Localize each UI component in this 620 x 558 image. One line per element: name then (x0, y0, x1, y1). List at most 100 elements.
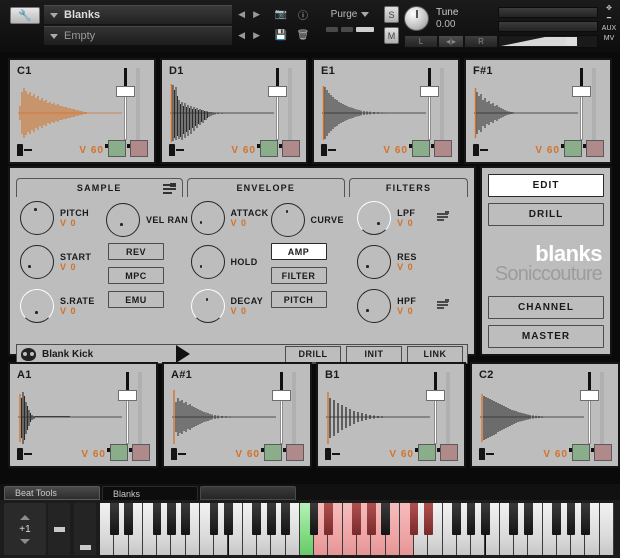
black-key[interactable] (524, 503, 533, 535)
black-key[interactable] (581, 503, 590, 535)
mic-icon[interactable] (17, 144, 32, 156)
lpf-knob[interactable] (357, 201, 391, 235)
pitch-knob[interactable] (20, 201, 54, 235)
decay-knob[interactable] (191, 289, 225, 323)
srate-control[interactable]: S.RATE V 0 (20, 289, 95, 323)
res-knob[interactable] (357, 245, 391, 279)
pad-fader-a1[interactable] (121, 372, 134, 444)
kb-mod-wheel[interactable] (48, 503, 70, 555)
lpf-control[interactable]: LPF V 0 (357, 201, 415, 235)
pad-fader-b1[interactable] (429, 372, 442, 444)
info-icon[interactable]: ⓘ (296, 8, 310, 22)
velran-knob[interactable] (106, 203, 140, 237)
curve-knob[interactable] (271, 203, 305, 237)
decay-control[interactable]: DECAY V 0 (191, 289, 264, 323)
init-button[interactable]: INIT (346, 346, 402, 363)
pad-asharp1[interactable]: A#1 (162, 362, 312, 468)
master-button[interactable]: MASTER (488, 325, 604, 348)
hold-control[interactable]: HOLD (191, 245, 258, 279)
lpf-menu-icon[interactable] (437, 213, 448, 221)
hamburger-menu-icon[interactable] (163, 184, 176, 194)
sample-section-tab[interactable]: SAMPLE (16, 178, 183, 197)
black-key[interactable] (552, 503, 561, 535)
link-button[interactable]: LINK (407, 346, 463, 363)
black-key[interactable] (324, 503, 333, 535)
mv-icon[interactable]: MV (604, 35, 615, 42)
pad-c1[interactable]: C1 (8, 58, 156, 164)
green-switch[interactable] (264, 444, 282, 461)
octave-control[interactable]: +1 (4, 503, 46, 555)
volume-handle[interactable] (566, 37, 577, 46)
chevron-down-icon[interactable] (50, 13, 58, 18)
pitch-control[interactable]: PITCH V 0 (20, 201, 89, 235)
next-arrow-icon-2[interactable]: ▶ (253, 30, 260, 41)
save-icon[interactable]: 💾 (274, 29, 288, 43)
trash-icon[interactable]: 🗑 (296, 29, 310, 43)
mic-icon[interactable] (325, 448, 340, 460)
black-key[interactable] (153, 503, 162, 535)
velran-control[interactable]: VEL RAN (106, 203, 188, 237)
wrench-icon[interactable]: 🔧 (10, 7, 40, 24)
mic-icon[interactable] (321, 144, 336, 156)
red-switch[interactable] (594, 444, 612, 461)
preset-name-strip[interactable]: Empty (44, 26, 232, 45)
black-key[interactable] (252, 503, 261, 535)
chevron-down-icon[interactable] (445, 299, 449, 302)
start-control[interactable]: START V 0 (20, 245, 91, 279)
emu-button[interactable]: EMU (108, 291, 164, 308)
pad-fader-c2[interactable] (583, 372, 596, 444)
pad-fader-fsharp1[interactable] (575, 68, 588, 140)
attack-control[interactable]: ATTACK V 0 (191, 201, 269, 235)
camera-icon[interactable]: 📷 (274, 8, 288, 22)
white-key[interactable] (600, 503, 614, 555)
mpc-button[interactable]: MPC (108, 267, 164, 284)
preset-nav-arrows[interactable]: ◀ ▶ (232, 30, 266, 41)
play-triangle-icon[interactable] (176, 345, 190, 363)
filter-button[interactable]: FILTER (271, 267, 327, 284)
edit-button[interactable]: EDIT (488, 174, 604, 197)
fader-handle[interactable] (426, 390, 445, 401)
prev-arrow-icon-2[interactable]: ◀ (238, 30, 245, 41)
fader-handle[interactable] (272, 390, 291, 401)
black-key[interactable] (481, 503, 490, 535)
green-switch[interactable] (564, 140, 582, 157)
minimize-icon[interactable]: ━ (607, 15, 611, 22)
pad-a1[interactable]: A1 V 60 (8, 362, 158, 468)
fader-handle[interactable] (580, 390, 599, 401)
black-key[interactable] (452, 503, 461, 535)
red-switch[interactable] (286, 444, 304, 461)
hold-knob[interactable] (191, 245, 225, 279)
chevron-down-icon-2[interactable] (50, 34, 58, 39)
start-knob[interactable] (20, 245, 54, 279)
red-switch[interactable] (130, 140, 148, 157)
pan-center-handle[interactable]: ◂|▸ (438, 35, 464, 48)
res-control[interactable]: RES V 0 (357, 245, 417, 279)
drill-button-bar[interactable]: DRILL (285, 346, 341, 363)
fader-handle[interactable] (118, 390, 137, 401)
red-switch[interactable] (282, 140, 300, 157)
red-switch[interactable] (132, 444, 150, 461)
pan-bar[interactable]: L ◂|▸ R (404, 35, 498, 48)
green-switch[interactable] (108, 140, 126, 157)
pad-c2[interactable]: C2 (470, 362, 620, 468)
amp-button[interactable]: AMP (271, 243, 327, 260)
black-key[interactable] (467, 503, 476, 535)
black-key[interactable] (124, 503, 133, 535)
instrument-nav-arrows[interactable]: ◀ ▶ (232, 9, 266, 20)
tune-knob[interactable] (404, 6, 429, 31)
fader-handle[interactable] (572, 86, 591, 97)
pan-right-label[interactable]: R (464, 35, 498, 48)
tab-empty-slot[interactable] (200, 486, 296, 500)
red-switch[interactable] (440, 444, 458, 461)
hpf-control[interactable]: HPF V 0 (357, 289, 416, 323)
green-switch[interactable] (412, 140, 430, 157)
black-key[interactable] (110, 503, 119, 535)
pad-fader-e1[interactable] (423, 68, 436, 140)
next-arrow-icon[interactable]: ▶ (253, 9, 260, 20)
tab-blanks[interactable]: Blanks (102, 486, 198, 500)
attack-knob[interactable] (191, 201, 225, 235)
black-key[interactable] (381, 503, 390, 535)
black-key[interactable] (410, 503, 419, 535)
mic-icon[interactable] (17, 448, 32, 460)
red-switch[interactable] (434, 140, 452, 157)
